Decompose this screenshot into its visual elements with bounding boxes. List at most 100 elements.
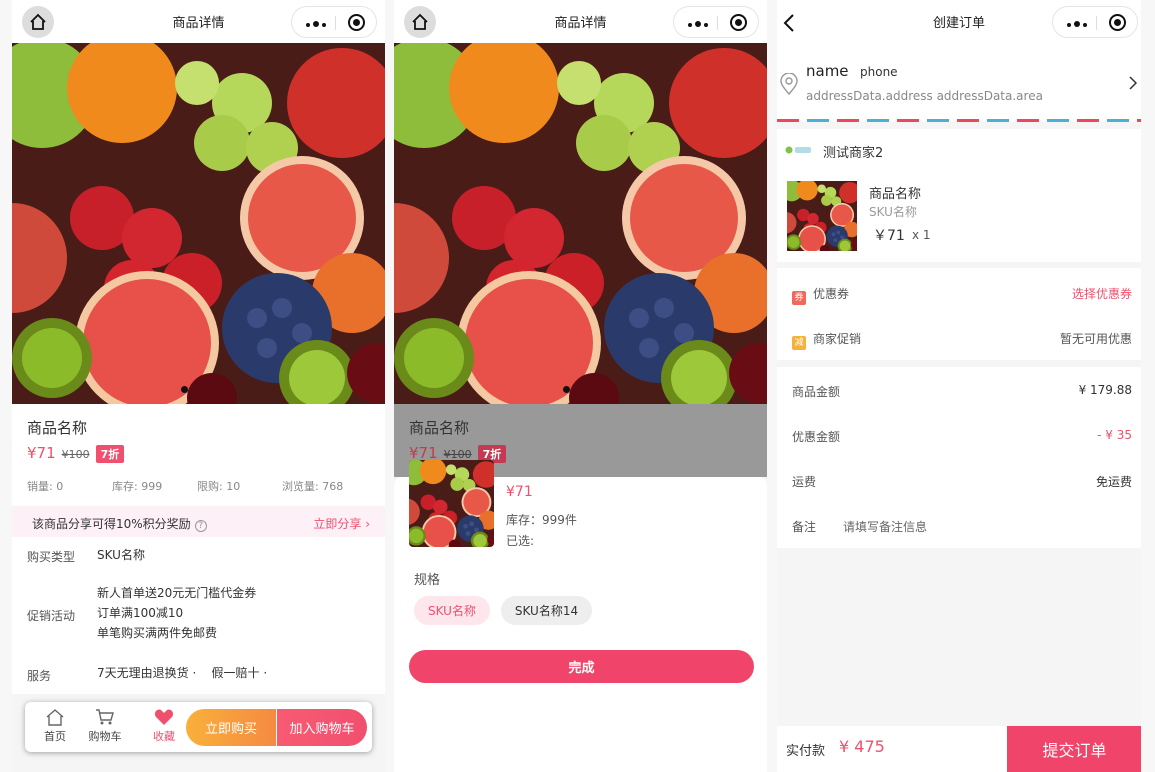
add-to-cart-button[interactable]: 加入购物车	[276, 709, 367, 746]
service-label: 服务	[27, 669, 52, 683]
select-coupon-link[interactable]: 选择优惠券	[1072, 285, 1132, 302]
close-program-icon[interactable]	[730, 14, 747, 31]
more-menu-icon[interactable]	[688, 21, 710, 27]
product-image	[394, 43, 767, 404]
share-reward-bar: 该商品分享可得10%积分奖励? 立即分享 ›	[12, 507, 385, 537]
remark-input[interactable]: 请填写备注信息	[843, 518, 927, 535]
home-tab[interactable]: 首页	[35, 708, 75, 744]
spec-title: 规格	[414, 573, 441, 588]
amount-card: 商品金额 ¥ 179.88 优惠金额 - ¥ 35 运费 免运费 备注 请填写备…	[777, 367, 1141, 548]
total-value: ¥ 475	[839, 737, 885, 756]
promo-item: 订单满100减10	[97, 606, 184, 620]
shipping-label: 运费	[792, 475, 817, 489]
cart-tab[interactable]: 购物车	[83, 708, 127, 744]
share-now-link[interactable]: 立即分享 ›	[313, 515, 370, 532]
product-name: 商品名称	[27, 419, 88, 437]
carousel-indicator	[563, 386, 570, 393]
item-name: 商品名称	[869, 187, 922, 202]
sku-selected: 已选:	[506, 534, 535, 548]
promo-item: 新人首单送20元无门槛代金券	[97, 586, 257, 600]
service-list: 7天无理由退换货 · 假一赔十 ·	[97, 663, 267, 683]
shipping-row: 运费 免运费	[792, 473, 1132, 490]
favorite-tab-label: 收藏	[153, 730, 175, 743]
capsule-divider	[1096, 16, 1097, 30]
promo-label: 商家促销	[813, 332, 862, 346]
sku-bottom-sheet: ¥71 库存：999件 已选: 规格 SKU名称 SKU名称14 完成	[394, 477, 767, 772]
home-tab-label: 首页	[44, 730, 66, 743]
more-menu-icon[interactable]	[306, 21, 328, 27]
product-info: 商品名称 ¥71 ¥100 7折 销量: 0 库存: 999 限购: 10 浏览…	[12, 404, 385, 506]
remark-row: 备注 请填写备注信息	[792, 518, 1132, 535]
receiver-address: addressData.address addressData.area	[806, 89, 1043, 103]
product-detail-screen: 商品详情 商品名称 ¥71 ¥100 7折 销量: 0 库存: 999 限购: …	[12, 0, 385, 772]
merchant-name: 测试商家2	[823, 146, 884, 161]
total-label: 实付款	[786, 744, 826, 759]
promo-value: 暂无可用优惠	[1059, 332, 1132, 346]
original-price: ¥100	[61, 448, 90, 461]
promo-list: 新人首单送20元无门槛代金券 订单满100减10 单笔购买满两件免邮费	[97, 583, 256, 643]
discount-amount-label: 优惠金额	[792, 430, 841, 444]
item-thumbnail	[787, 181, 857, 251]
done-button[interactable]: 完成	[409, 650, 754, 683]
sku-select-screen: 商品详情 商品名称 ¥71 ¥100 7折 ¥71 库存：999件 已选: 规格…	[394, 0, 767, 772]
product-image-carousel[interactable]	[394, 43, 767, 404]
chevron-right-icon	[1129, 76, 1137, 90]
home-icon	[46, 709, 64, 726]
limit-stat: 限购: 10	[197, 480, 241, 493]
buy-now-button[interactable]: 立即购买	[186, 709, 276, 746]
discount-badge: 7折	[95, 445, 125, 463]
help-icon[interactable]: ?	[194, 520, 207, 532]
promo-item: 单笔购买满两件免邮费	[97, 626, 218, 640]
nav-bar: 商品详情	[12, 0, 385, 43]
service-item: 7天无理由退换货 ·	[97, 666, 197, 680]
sku-thumbnail	[409, 460, 494, 547]
sales-stat: 销量: 0	[27, 480, 64, 493]
address-card[interactable]: name phone addressData.address addressDa…	[777, 43, 1141, 122]
favorite-tab[interactable]: 收藏	[144, 708, 184, 744]
goods-amount-row: 商品金额 ¥ 179.88	[792, 383, 1132, 400]
address-stripe	[777, 119, 1141, 122]
sku-price: ¥71	[506, 484, 533, 500]
nav-bar: 创建订单	[777, 0, 1141, 43]
shipping-value: 免运费	[1095, 475, 1132, 489]
mini-program-capsule	[291, 6, 377, 38]
nav-bar: 商品详情	[394, 0, 767, 43]
sku-stock: 库存：999件	[506, 513, 577, 527]
submit-order-button[interactable]: 提交订单	[1007, 726, 1141, 772]
bottom-action-bar: 首页 购物车 收藏 立即购买 加入购物车	[25, 702, 372, 752]
stock-stat: 库存: 999	[112, 480, 163, 493]
goods-amount-label: 商品金额	[792, 385, 841, 399]
promo-icon: 减	[792, 336, 806, 350]
price-row: ¥71 ¥100 7折	[27, 444, 125, 463]
discount-card: 券优惠券 选择优惠券 减商家促销 暂无可用优惠	[777, 268, 1141, 360]
spec-option[interactable]: SKU名称14	[501, 596, 592, 625]
discount-amount-value: - ¥ 35	[1097, 428, 1132, 442]
merchant-logo-icon	[785, 146, 811, 154]
close-program-icon[interactable]	[348, 14, 365, 31]
merchant-promo-row: 减商家促销 暂无可用优惠	[792, 330, 1132, 350]
close-program-icon[interactable]	[1109, 14, 1126, 31]
buy-type-value[interactable]: SKU名称	[97, 545, 145, 565]
spec-option-selected[interactable]: SKU名称	[414, 596, 490, 625]
more-menu-icon[interactable]	[1067, 21, 1089, 27]
location-pin-icon	[780, 73, 798, 95]
item-price: ￥71	[873, 228, 905, 244]
order-item-card: 测试商家2 商品名称 SKU名称 ￥71 x 1	[777, 129, 1141, 262]
receiver-phone: phone	[860, 65, 898, 79]
heart-icon	[154, 709, 174, 725]
share-reward-text: 该商品分享可得10%积分奖励	[32, 517, 191, 531]
product-image	[12, 43, 385, 404]
discount-amount-row: 优惠金额 - ¥ 35	[792, 428, 1132, 445]
goods-amount-value: ¥ 179.88	[1078, 383, 1132, 397]
remark-label: 备注	[792, 520, 817, 534]
service-item: 假一赔十 ·	[211, 666, 268, 680]
product-stats: 销量: 0 库存: 999 限购: 10 浏览量: 768	[27, 478, 367, 494]
product-image-carousel[interactable]	[12, 43, 385, 404]
promo-label: 促销活动	[27, 609, 76, 623]
views-stat: 浏览量: 768	[282, 480, 344, 493]
coupon-row[interactable]: 券优惠券 选择优惠券	[792, 285, 1132, 305]
receiver-name: name	[806, 62, 849, 80]
item-quantity: x 1	[912, 228, 931, 242]
current-price: ¥71	[27, 444, 56, 462]
coupon-icon: 券	[792, 291, 806, 305]
